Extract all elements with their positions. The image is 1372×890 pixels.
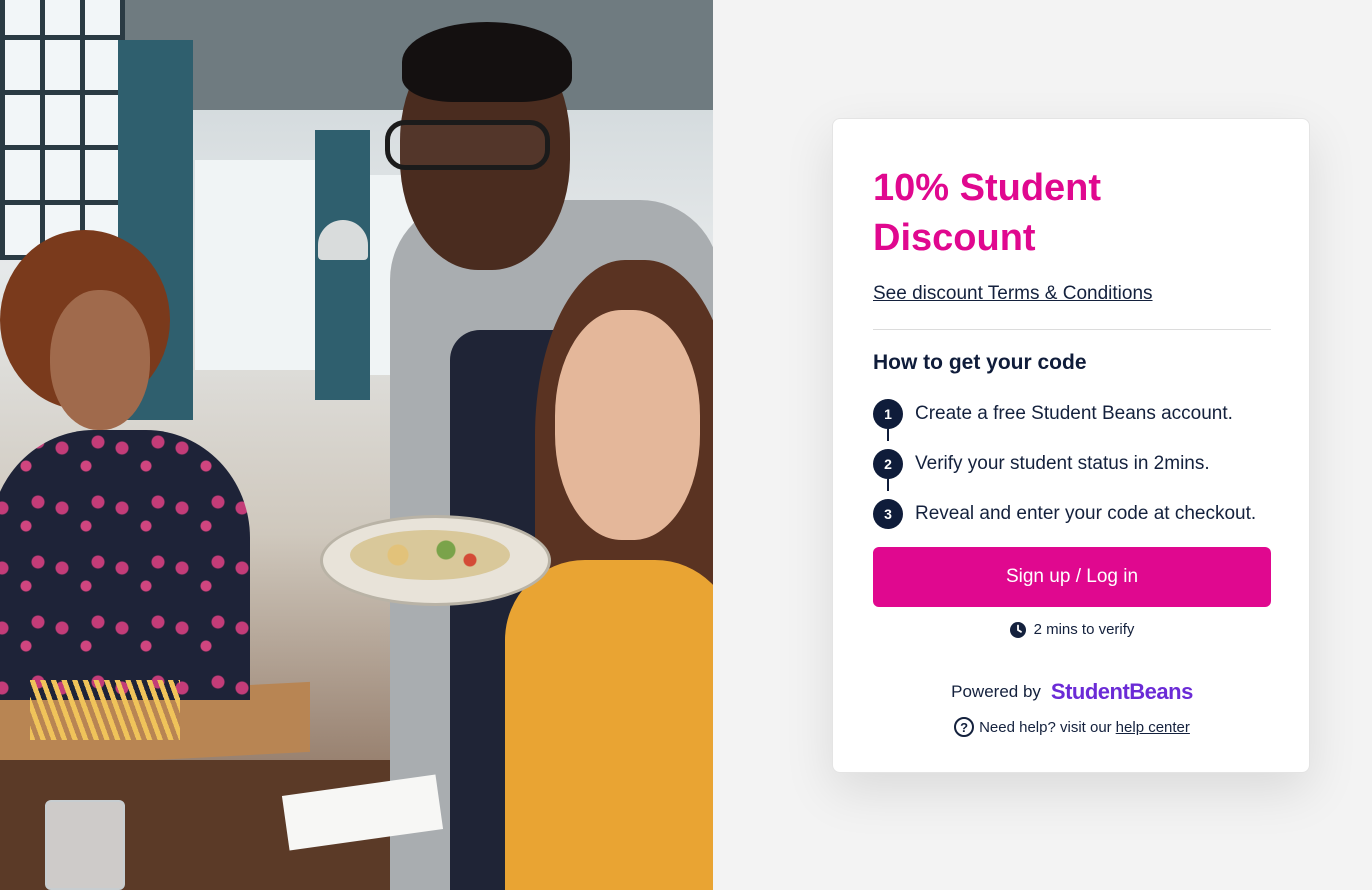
question-circle-icon: ?	[954, 717, 975, 737]
step-number-badge: 3	[873, 499, 903, 529]
step-text: Create a free Student Beans account.	[915, 403, 1233, 424]
woman-right-face	[555, 310, 700, 540]
hero-image	[0, 0, 713, 890]
pillar-back	[315, 130, 370, 400]
steps-list: 1 Create a free Student Beans account. 2…	[873, 389, 1293, 539]
powered-by: Powered by StudentBeans	[833, 679, 1311, 705]
woman-left-body	[0, 430, 250, 700]
step-text: Reveal and enter your code at checkout.	[915, 503, 1257, 524]
discount-title: 10% Student Discount	[873, 167, 1102, 259]
powered-by-label: Powered by	[951, 682, 1041, 701]
waiter-hair	[402, 22, 572, 102]
step-number-badge: 1	[873, 399, 903, 429]
step-3: 3 Reveal and enter your code at checkout…	[873, 489, 1293, 539]
fries	[30, 680, 180, 740]
waiter-glasses	[385, 120, 550, 170]
help-center-link[interactable]: help center	[1116, 719, 1190, 736]
step-number-badge: 2	[873, 449, 903, 479]
studentbeans-logo: StudentBeans	[1050, 679, 1193, 704]
discount-card: 10% Student Discount See discount Terms …	[832, 118, 1310, 773]
step-text: Verify your student status in 2mins.	[915, 453, 1210, 474]
step-1: 1 Create a free Student Beans account.	[873, 389, 1293, 441]
step-2: 2 Verify your student status in 2mins.	[873, 439, 1293, 491]
terms-link[interactable]: See discount Terms & Conditions	[873, 283, 1153, 305]
help-text: Need help? visit our	[979, 718, 1112, 736]
woman-left-face	[50, 290, 150, 430]
clock-icon	[1009, 621, 1026, 638]
help-row: ? Need help? visit our help center	[833, 717, 1311, 737]
salad	[350, 530, 510, 580]
verify-text: 2 mins to verify	[1033, 621, 1135, 638]
woman-right-body	[505, 560, 713, 890]
water-glass	[45, 800, 125, 890]
verify-note: 2 mins to verify	[833, 621, 1311, 638]
divider	[873, 329, 1271, 330]
page: 10% Student Discount See discount Terms …	[0, 0, 1372, 890]
window	[0, 0, 125, 260]
back-window	[195, 160, 315, 370]
howto-heading: How to get your code	[873, 351, 1087, 374]
signup-login-button[interactable]: Sign up / Log in	[873, 547, 1271, 607]
